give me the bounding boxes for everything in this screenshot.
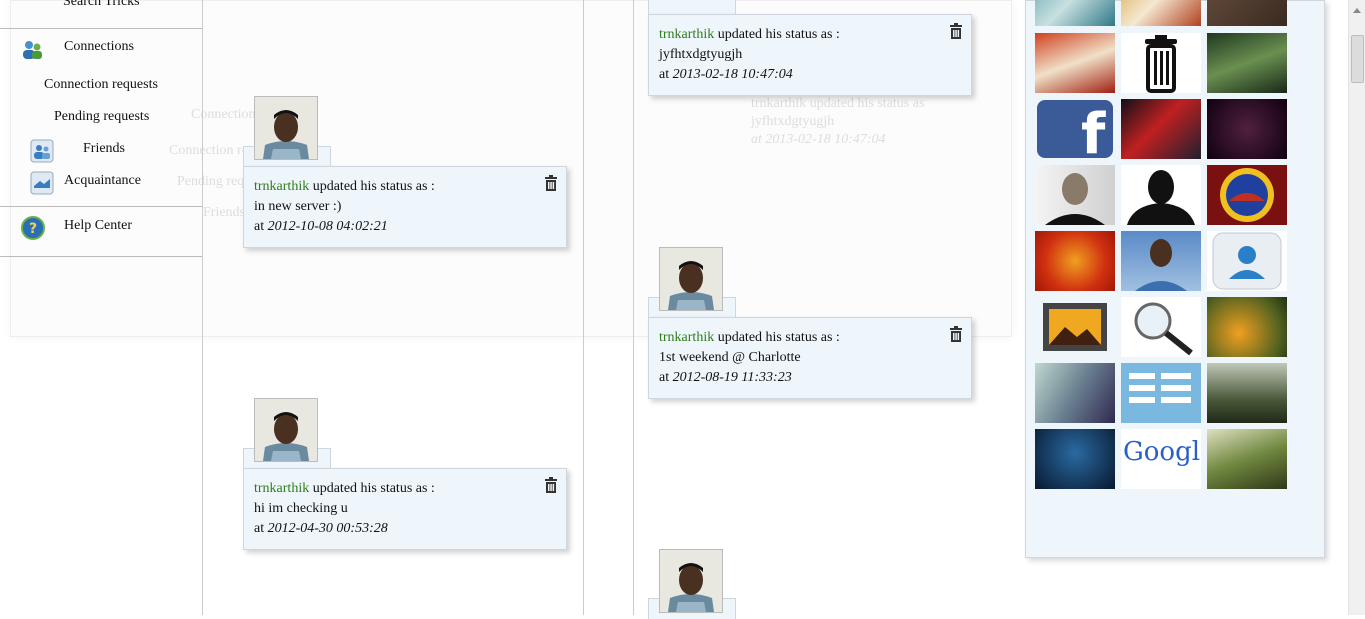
timestamp: 2012-10-08 04:02:21 [267,219,388,234]
trash-icon[interactable] [949,326,963,342]
ghost-friends: Friends [203,205,245,220]
magnifier-icon[interactable] [1121,297,1201,357]
status-action-text: updated his status as : [717,330,840,345]
avatar[interactable] [254,96,318,160]
at-label: at [254,521,265,536]
vertical-scrollbar[interactable] [1348,0,1365,615]
status-text: jyfhtxdgtyugjh [659,47,743,62]
trash-icon[interactable] [544,477,558,493]
user-photo-icon [255,97,317,159]
username-link[interactable]: trnkarthik [659,27,714,42]
photo-thumbnail[interactable] [1121,99,1201,159]
at-label: at [659,370,670,385]
sidebar-item-pending-requests[interactable]: Pending requests [0,109,202,129]
google-logo[interactable]: Google [1121,429,1201,489]
photo-thumbnail[interactable] [1035,165,1115,225]
status-text: in new server :) [254,199,342,214]
sidebar-item-search-tricks[interactable]: Search Tricks [0,0,202,14]
photo-thumbnail[interactable] [1207,297,1287,357]
avatar-tab [648,0,736,15]
screenshot-icon [1129,373,1191,403]
facebook-icon[interactable]: f [1035,99,1115,159]
user-photo-icon [660,248,722,310]
photo-thumbnail[interactable] [1121,0,1201,26]
user-photo-icon [255,399,317,461]
scroll-up-arrow-icon[interactable] [1353,8,1361,13]
google-logo-text: Google [1123,437,1201,467]
timestamp: 2012-04-30 00:53:28 [267,521,388,536]
at-label: at [254,219,265,234]
svg-text:f: f [1081,102,1106,159]
portrait-icon [1045,173,1105,225]
status-card: trnkarthik updated his status as : jyfht… [648,14,972,96]
sidebar-item-label: Help Center [64,218,133,233]
status-text: 1st weekend @ Charlotte [659,350,801,365]
sidebar-item-label: Connection requests [44,77,158,92]
divider [0,28,202,29]
status-card: trnkarthik updated his status as : hi im… [243,468,567,550]
username-link[interactable]: trnkarthik [659,330,714,345]
sidebar-item-connection-requests[interactable]: Connection requests [0,77,202,97]
sidebar-item-label: Acquaintance [64,173,141,188]
column-divider [633,0,634,615]
status-action-text: updated his status as : [312,179,435,194]
sidebar-item-label: Connections [64,39,134,54]
username-link[interactable]: trnkarthik [254,481,309,496]
scrollbar-thumb[interactable] [1351,35,1364,83]
trash-icon[interactable] [544,175,558,191]
ghost-status-a: trnkarthik updated his status as [751,96,925,111]
sidebar-item-friends[interactable]: Friends [0,138,202,164]
photo-thumbnail[interactable] [1035,231,1115,291]
trash-icon[interactable] [1121,33,1201,93]
contact-icon[interactable] [1207,231,1287,291]
status-text: hi im checking u [254,501,348,516]
silhouette-icon[interactable] [1121,165,1201,225]
acquaintance-icon [30,171,54,195]
sidebar-item-acquaintance[interactable]: Acquaintance [0,170,202,196]
photo-thumbnail[interactable] [1207,0,1287,26]
photo-thumbnail[interactable] [1035,429,1115,489]
avatar[interactable] [659,549,723,613]
status-action-text: updated his status as : [312,481,435,496]
portrait-icon [1135,239,1187,291]
sidebar-item-help-center[interactable]: ? Help Center [0,214,202,242]
ghost-status-b: jyfhtxdgtyugjh [751,114,835,129]
trash-icon[interactable] [949,23,963,39]
avatar[interactable] [659,247,723,311]
connections-icon [23,41,42,59]
sidebar-item-label: Pending requests [54,109,150,124]
photo-thumbnail[interactable] [1207,429,1287,489]
friends-icon [30,139,54,163]
help-icon: ? [21,216,45,240]
photo-thumbnail[interactable] [1035,0,1115,26]
timestamp: 2013-02-18 10:47:04 [672,67,793,82]
photo-thumbnail[interactable] [1035,363,1115,423]
status-card: trnkarthik updated his status as : in ne… [243,166,567,248]
photo-thumbnail[interactable] [1121,363,1201,423]
svg-text:?: ? [29,221,37,237]
sidebar-item-label: Search Tricks [63,0,140,9]
username-link[interactable]: trnkarthik [254,179,309,194]
status-action-text: updated his status as : [717,27,840,42]
status-card: trnkarthik updated his status as : 1st w… [648,317,972,399]
photo-gallery-panel: f Googl [1025,0,1325,558]
timestamp: 2012-08-19 11:33:23 [672,370,792,385]
user-photo-icon [660,550,722,612]
photo-thumbnail[interactable] [1035,33,1115,93]
photo-thumbnail[interactable] [1207,33,1287,93]
emblem-icon[interactable] [1207,165,1287,225]
left-sidebar: Search Tricks Connections Connection req… [0,0,203,615]
ghost-status-c: at 2013-02-18 10:47:04 [751,132,886,147]
at-label: at [659,67,670,82]
photo-thumbnail[interactable] [1207,363,1287,423]
sidebar-item-label: Friends [83,141,125,156]
divider [0,256,202,257]
photo-thumbnail[interactable] [1121,231,1201,291]
picture-icon[interactable] [1035,297,1115,357]
sidebar-item-connections[interactable]: Connections [0,36,202,64]
column-divider [583,0,584,615]
divider [0,206,202,207]
photo-thumbnail[interactable] [1207,99,1287,159]
avatar[interactable] [254,398,318,462]
